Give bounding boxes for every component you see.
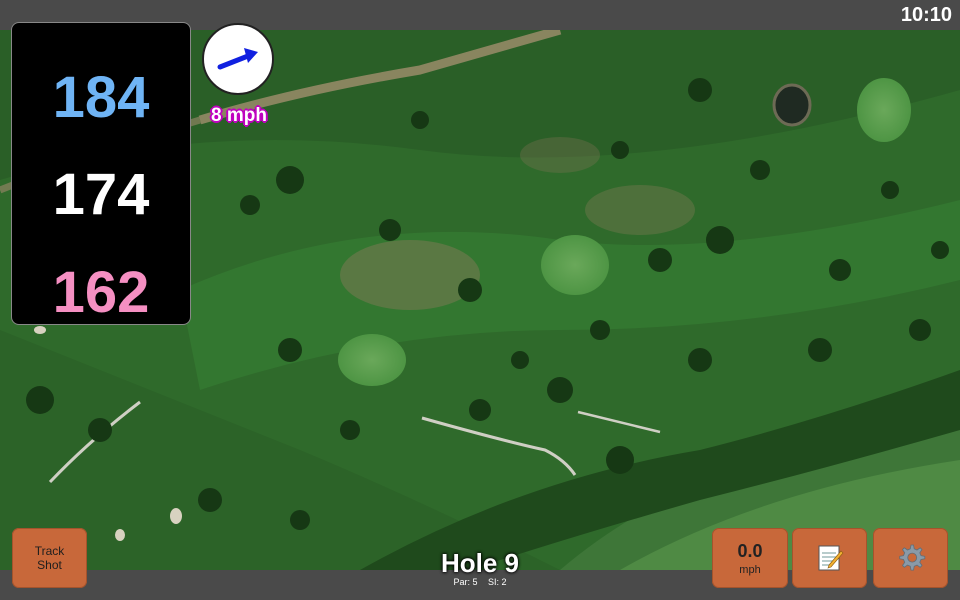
middle-yardage: 174 (52, 162, 150, 227)
yardage-panel: 184 174 162 (11, 22, 191, 325)
wind-direction-dial (202, 23, 274, 95)
back-yardage: 184 (52, 65, 150, 130)
track-shot-label-line2: Shot (37, 558, 62, 572)
track-shot-label-line1: Track (34, 544, 65, 558)
speed-button[interactable]: 0.0 mph (712, 528, 788, 588)
speed-value: 0.0 (737, 541, 763, 561)
gear-icon (898, 544, 925, 571)
clock: 10:10 (900, 4, 952, 26)
hole-title: Hole 9 (440, 548, 520, 578)
wind-speed-label: 8 mph (211, 105, 267, 126)
track-shot-button[interactable]: Track Shot (12, 528, 87, 588)
notepad-icon (818, 545, 843, 571)
speed-unit: mph (739, 564, 761, 576)
settings-button[interactable] (873, 528, 948, 588)
arrow-right-up-icon (217, 48, 258, 70)
hole-details: Par: 5 SI: 2 (380, 577, 580, 587)
front-yardage: 162 (52, 260, 150, 325)
hole-par: Par: 5 (453, 577, 478, 587)
hole-stroke-index: SI: 2 (488, 577, 507, 587)
notes-button[interactable] (792, 528, 867, 588)
